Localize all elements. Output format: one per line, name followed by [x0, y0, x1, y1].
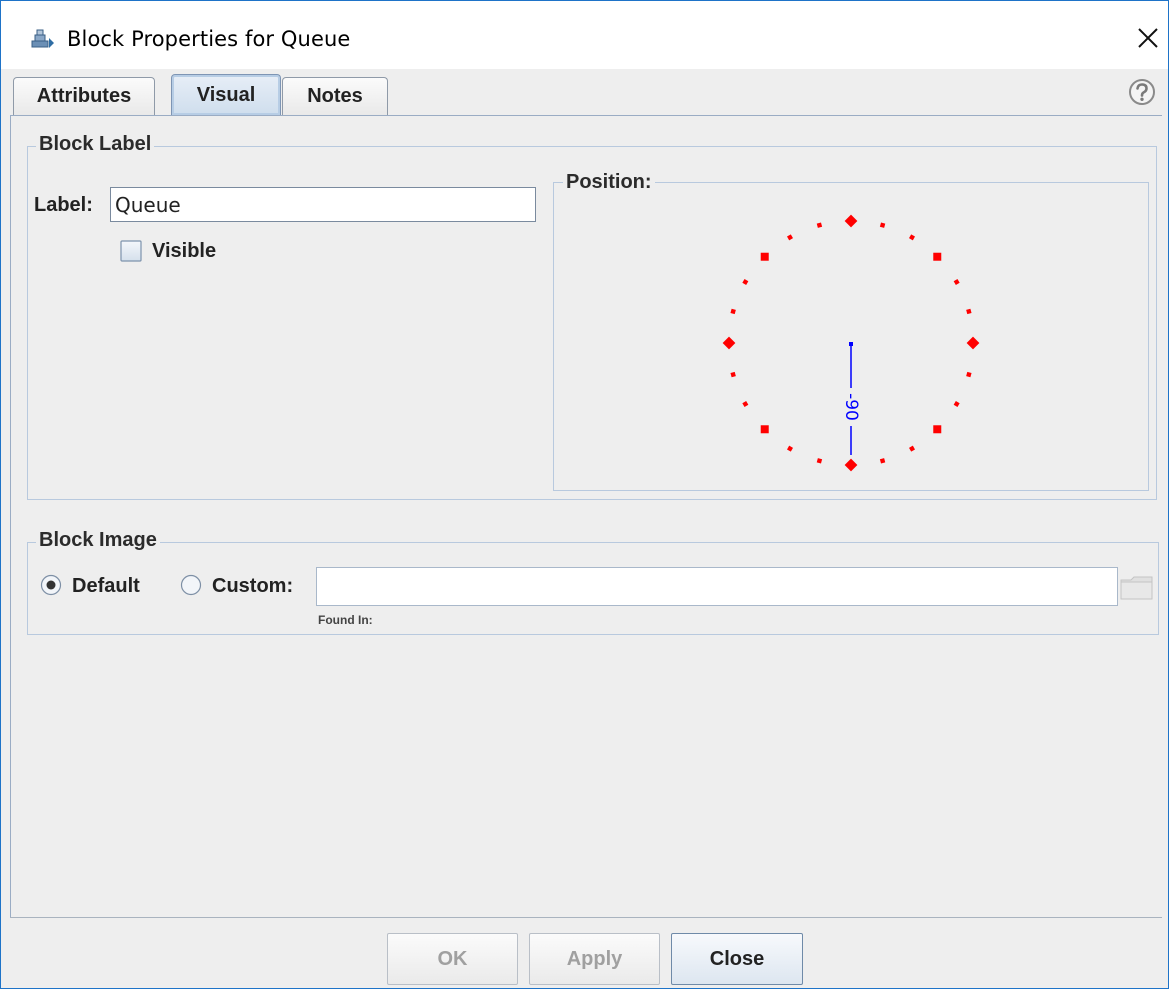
position-marker[interactable]	[742, 278, 749, 286]
position-marker[interactable]	[908, 445, 916, 452]
ok-button[interactable]: OK	[387, 933, 518, 985]
position-marker[interactable]	[953, 400, 960, 408]
block-image-title: Block Image	[36, 529, 160, 552]
position-marker[interactable]	[760, 252, 769, 261]
default-radio[interactable]	[40, 574, 62, 596]
position-marker[interactable]	[816, 458, 823, 464]
position-marker[interactable]	[966, 336, 980, 350]
window-title: Block Properties for Queue	[67, 27, 351, 51]
position-marker[interactable]	[722, 336, 736, 350]
close-button[interactable]: Close	[671, 933, 803, 985]
angle-readout: -90	[841, 393, 861, 421]
help-icon[interactable]	[1127, 77, 1157, 107]
close-icon[interactable]	[1135, 25, 1161, 51]
tab-attributes[interactable]: Attributes	[13, 77, 155, 115]
angle-indicator: -90	[841, 342, 861, 455]
position-marker[interactable]	[966, 371, 972, 378]
block-properties-icon	[31, 29, 54, 48]
position-selector[interactable]: -90	[554, 183, 1148, 489]
tab-visual[interactable]: Visual	[171, 74, 281, 115]
block-label-title: Block Label	[36, 133, 155, 156]
folder-icon[interactable]	[1120, 575, 1153, 601]
custom-label: Custom:	[212, 575, 294, 597]
position-marker[interactable]	[879, 458, 886, 464]
dialog-window: Block Properties for Queue Attributes Vi…	[0, 0, 1169, 989]
label-caption: Label:	[34, 194, 93, 216]
apply-button[interactable]: Apply	[529, 933, 660, 985]
button-bar-separator	[10, 917, 1162, 918]
position-marker[interactable]	[786, 234, 794, 241]
position-marker[interactable]	[742, 400, 749, 408]
custom-radio[interactable]	[180, 574, 202, 596]
position-marker[interactable]	[730, 371, 736, 378]
position-marker[interactable]	[953, 278, 960, 286]
tab-notes[interactable]: Notes	[282, 77, 388, 115]
visible-checkbox[interactable]	[120, 240, 142, 262]
found-in-label: Found In:	[318, 613, 373, 627]
custom-image-input[interactable]	[316, 567, 1118, 606]
position-marker[interactable]	[933, 252, 942, 261]
position-marker[interactable]	[844, 458, 858, 472]
position-marker[interactable]	[908, 234, 916, 241]
position-marker[interactable]	[816, 222, 823, 228]
visible-label: Visible	[152, 240, 217, 262]
position-marker[interactable]	[730, 308, 736, 315]
position-marker[interactable]	[966, 308, 972, 315]
position-marker[interactable]	[933, 425, 942, 434]
position-marker[interactable]	[760, 425, 769, 434]
position-marker[interactable]	[786, 445, 794, 452]
label-input[interactable]	[110, 187, 536, 222]
position-marker[interactable]	[844, 214, 858, 228]
default-label: Default	[72, 575, 140, 597]
title-bar[interactable]: Block Properties for Queue	[1, 1, 1168, 69]
position-marker[interactable]	[879, 222, 886, 228]
